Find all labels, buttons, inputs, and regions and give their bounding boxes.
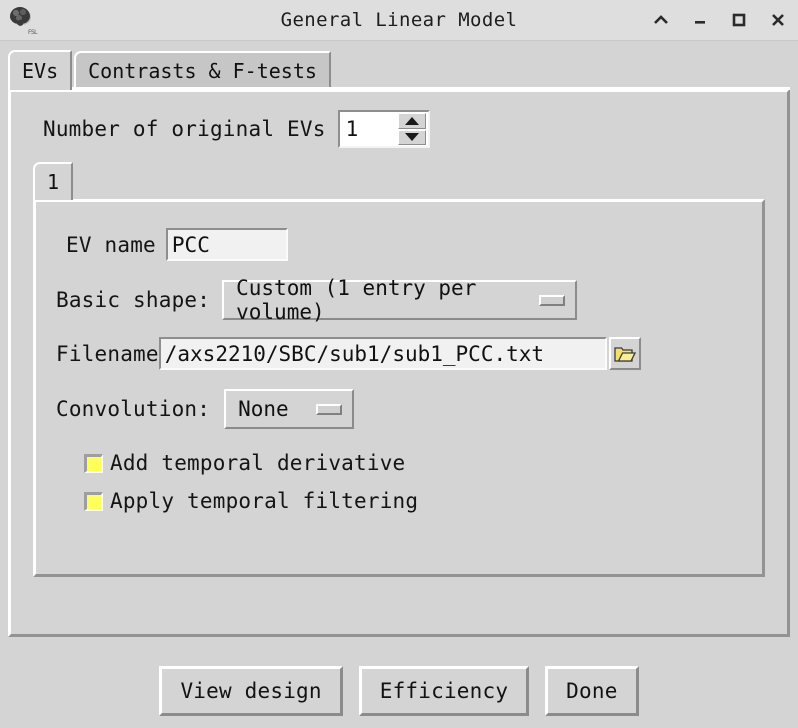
- convolution-dropdown[interactable]: None: [224, 389, 355, 429]
- notebook-tabstrip: EVs Contrasts & F-tests: [8, 48, 790, 90]
- tab-evs-label: EVs: [22, 59, 59, 83]
- efficiency-button[interactable]: Efficiency: [358, 666, 530, 716]
- filename-row: Filename /axs2210/SBC/sub1/sub1_PCC.txt: [56, 337, 762, 370]
- num-evs-value[interactable]: 1: [339, 112, 398, 146]
- main-notebook: EVs Contrasts & F-tests Number of origin…: [8, 48, 790, 638]
- view-design-button[interactable]: View design: [159, 666, 343, 716]
- basic-shape-dropdown[interactable]: Custom (1 entry per volume): [222, 276, 578, 324]
- filename-label: Filename: [56, 341, 159, 366]
- dialog-button-bar: View design Efficiency Done: [0, 666, 798, 716]
- convolution-row: Convolution: None: [56, 389, 762, 429]
- add-temporal-derivative-checkbox[interactable]: Add temporal derivative: [84, 451, 762, 475]
- ev-notebook: 1 EV name PCC Basic shape: Custom (1 ent…: [33, 160, 765, 577]
- convolution-value: None: [238, 397, 289, 421]
- basic-shape-row: Basic shape: Custom (1 entry per volume): [56, 276, 762, 324]
- num-evs-spinner[interactable]: 1: [337, 110, 430, 148]
- close-button[interactable]: [768, 9, 788, 31]
- triangle-up-icon: [404, 116, 419, 125]
- evs-tab-panel: Number of original EVs 1 1 EV name PCC B…: [8, 89, 790, 637]
- num-evs-decrement-button[interactable]: [397, 129, 426, 145]
- num-evs-spinner-arrows: [397, 112, 428, 146]
- add-temporal-derivative-label: Add temporal derivative: [110, 451, 406, 475]
- tabstrip-underline: [8, 87, 790, 90]
- fsl-brain-logo-icon: FSL: [4, 3, 38, 37]
- ev-name-label: EV name: [66, 232, 156, 257]
- tab-evs[interactable]: EVs: [8, 50, 73, 90]
- triangle-down-icon: [404, 133, 419, 142]
- tab-contrasts-and-f-tests-label: Contrasts & F-tests: [88, 59, 317, 83]
- basic-shape-label: Basic shape:: [56, 288, 211, 312]
- tab-contrasts-and-f-tests[interactable]: Contrasts & F-tests: [74, 51, 331, 89]
- shade-button[interactable]: [651, 9, 671, 31]
- browse-file-button[interactable]: [608, 337, 641, 370]
- folder-open-icon: [614, 347, 636, 362]
- window-controls: [651, 9, 788, 31]
- num-evs-label: Number of original EVs: [43, 117, 326, 141]
- view-design-label: View design: [180, 679, 322, 703]
- done-label: Done: [566, 679, 618, 703]
- basic-shape-value: Custom (1 entry per volume): [236, 276, 477, 324]
- option-menu-indicator-icon: [539, 294, 566, 306]
- ev-tab-1[interactable]: 1: [33, 162, 74, 200]
- efficiency-label: Efficiency: [379, 679, 509, 703]
- ev-name-input[interactable]: PCC: [165, 228, 288, 261]
- filename-input[interactable]: /axs2210/SBC/sub1/sub1_PCC.txt: [158, 337, 607, 370]
- checkbox-indicator-icon: [84, 453, 103, 473]
- ev-tab-1-label: 1: [47, 170, 60, 194]
- apply-temporal-filtering-checkbox[interactable]: Apply temporal filtering: [84, 489, 762, 513]
- num-evs-row: Number of original EVs 1: [43, 110, 787, 148]
- window-titlebar: FSL General Linear Model: [0, 0, 798, 41]
- ev-1-panel: EV name PCC Basic shape: Custom (1 entry…: [33, 199, 765, 577]
- option-menu-indicator-icon: [316, 403, 343, 415]
- apply-temporal-filtering-label: Apply temporal filtering: [110, 489, 419, 513]
- checkbox-indicator-icon: [84, 491, 103, 511]
- convolution-label: Convolution:: [56, 397, 211, 421]
- done-button[interactable]: Done: [545, 666, 639, 716]
- minimize-button[interactable]: [690, 9, 710, 31]
- maximize-button[interactable]: [729, 9, 749, 31]
- num-evs-increment-button[interactable]: [397, 113, 426, 129]
- ev-notebook-tabstrip: 1: [33, 160, 765, 200]
- ev-name-row: EV name PCC: [66, 228, 762, 261]
